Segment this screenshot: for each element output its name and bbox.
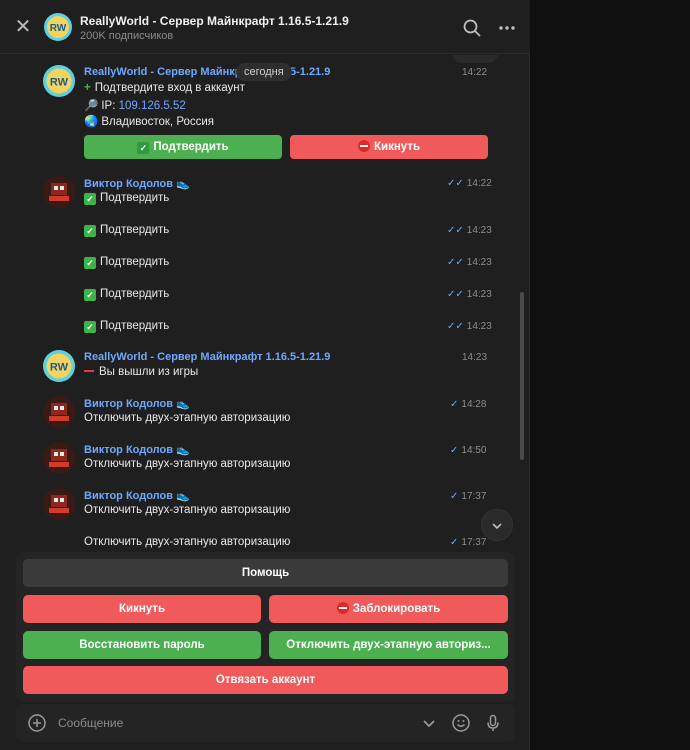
bot-avatar[interactable]: RW	[43, 350, 75, 382]
sneaker-icon: 👟	[176, 398, 190, 410]
sender-name[interactable]: Виктор Кодолов 👟	[84, 489, 190, 502]
message-location-line: 🌏 Владивосток, Россия	[84, 116, 215, 128]
emoji-icon[interactable]	[451, 713, 471, 733]
checkmark-icon: ✓	[84, 225, 96, 237]
chat-header: ✕ RW ReallyWorld - Сервер Майнкрафт 1.16…	[0, 0, 530, 54]
message-time: 14:23	[462, 352, 488, 363]
message-time: ✓ 14:28	[450, 399, 487, 410]
single-check-icon: ✓	[450, 491, 459, 502]
message-text: Отключить двух-этапную авторизацию	[84, 412, 291, 424]
message-text: ✓ Подтвердить	[84, 320, 169, 333]
message-ip-line: 🔎 IP: 109.126.5.52	[84, 100, 186, 112]
message-text: Вы вышли из игры	[84, 366, 198, 378]
message-time: ✓ 17:37	[450, 537, 487, 548]
bot-keyboard: Помощь Кикнуть Заблокировать Восстановит…	[16, 552, 515, 702]
message-text: ✓ Подтвердить	[84, 192, 169, 205]
sneaker-icon: 👟	[176, 490, 190, 502]
close-icon[interactable]: ✕	[12, 17, 34, 39]
checkmark-icon: ✓	[84, 321, 96, 333]
message-time: ✓✓ 14:23	[447, 257, 492, 268]
minus-icon	[84, 370, 94, 372]
no-entry-icon	[336, 602, 349, 614]
double-check-icon: ✓✓	[447, 289, 464, 300]
microphone-icon[interactable]	[483, 713, 503, 733]
attach-plus-icon[interactable]	[27, 713, 47, 733]
restore-password-button[interactable]: Восстановить пароль	[23, 631, 261, 659]
previous-message-control[interactable]	[452, 55, 498, 63]
message-text: + Подтвердите вход в аккаунт	[84, 82, 245, 94]
unlink-account-button[interactable]: Отвязать аккаунт	[23, 666, 508, 694]
single-check-icon: ✓	[450, 537, 459, 548]
chevron-down-icon[interactable]	[419, 713, 439, 733]
checkmark-icon: ✓	[84, 193, 96, 205]
kick-keyboard-button[interactable]: Кикнуть	[23, 595, 261, 623]
user-avatar[interactable]	[43, 442, 75, 474]
sender-name[interactable]: Виктор Кодолов 👟	[84, 177, 190, 190]
scrollbar[interactable]	[520, 292, 524, 460]
confirm-button[interactable]: ✓ Подтвердить	[84, 135, 282, 159]
sender-name[interactable]: Виктор Кодолов 👟	[84, 443, 190, 456]
single-check-icon: ✓	[450, 399, 459, 410]
no-entry-icon	[357, 140, 370, 152]
disable-2fa-button[interactable]: Отключить двух-этапную авториз...	[269, 631, 508, 659]
message-time: ✓✓ 14:22	[447, 178, 492, 189]
message-text: ✓ Подтвердить	[84, 256, 169, 269]
message-text: ✓ Подтвердить	[84, 224, 169, 237]
single-check-icon: ✓	[450, 445, 459, 456]
double-check-icon: ✓✓	[447, 257, 464, 268]
double-check-icon: ✓✓	[447, 225, 464, 236]
user-avatar[interactable]	[43, 176, 75, 208]
user-avatar[interactable]	[43, 396, 75, 428]
svg-text:RW: RW	[50, 362, 69, 374]
checkmark-icon: ✓	[84, 289, 96, 301]
globe-icon: 🌏	[84, 116, 99, 128]
message-composer	[16, 704, 515, 742]
message-input[interactable]	[58, 714, 378, 732]
more-options-icon[interactable]	[497, 18, 517, 38]
sneaker-icon: 👟	[176, 178, 190, 190]
channel-avatar[interactable]: RW	[44, 13, 72, 41]
block-button[interactable]: Заблокировать	[269, 595, 508, 623]
message-text: Отключить двух-этапную авторизацию	[84, 536, 291, 548]
ip-link[interactable]: 109.126.5.52	[119, 100, 186, 112]
scroll-down-button[interactable]	[481, 509, 513, 541]
magnifier-icon: 🔎	[84, 100, 99, 112]
subscriber-count: 200K подписчиков	[80, 30, 174, 42]
svg-text:RW: RW	[50, 23, 67, 34]
checkmark-icon: ✓	[84, 257, 96, 269]
message-time: 14:22	[462, 67, 488, 78]
search-icon[interactable]	[462, 18, 482, 38]
message-text: Отключить двух-этапную авторизацию	[84, 504, 291, 516]
kick-button[interactable]: Кикнуть	[290, 135, 488, 159]
checkmark-icon: ✓	[137, 142, 150, 154]
double-check-icon: ✓✓	[447, 321, 464, 332]
channel-title[interactable]: ReallyWorld - Сервер Майнкрафт 1.16.5-1.…	[80, 14, 349, 28]
message-text: ✓ Подтвердить	[84, 288, 169, 301]
date-badge: сегодня	[236, 63, 292, 81]
chat-window: ✕ RW ReallyWorld - Сервер Майнкрафт 1.16…	[0, 0, 530, 750]
message-time: ✓✓ 14:23	[447, 289, 492, 300]
sender-name[interactable]: Виктор Кодолов 👟	[84, 397, 190, 410]
double-check-icon: ✓✓	[447, 178, 464, 189]
user-avatar[interactable]	[43, 488, 75, 520]
sender-name[interactable]: ReallyWorld - Сервер Майнкрафт 1.16.5-1.…	[84, 351, 330, 363]
message-time: ✓ 14:50	[450, 445, 487, 456]
chevron-down-icon	[492, 523, 502, 530]
svg-text:RW: RW	[50, 77, 69, 89]
sneaker-icon: 👟	[176, 444, 190, 456]
message-time: ✓✓ 14:23	[447, 225, 492, 236]
message-time: ✓✓ 14:23	[447, 321, 492, 332]
bot-avatar[interactable]: RW	[43, 65, 75, 97]
message-time: ✓ 17:37	[450, 491, 487, 502]
help-button[interactable]: Помощь	[23, 559, 508, 587]
message-list[interactable]: RW ReallyWorld - Сервер Майнкрафт 1.16.5…	[0, 55, 530, 550]
plus-icon: +	[84, 82, 91, 94]
message-text: Отключить двух-этапную авторизацию	[84, 458, 291, 470]
sender-name[interactable]: ReallyWorld - Сервер Майнкрафт 1.16.5-1.…	[84, 66, 330, 78]
